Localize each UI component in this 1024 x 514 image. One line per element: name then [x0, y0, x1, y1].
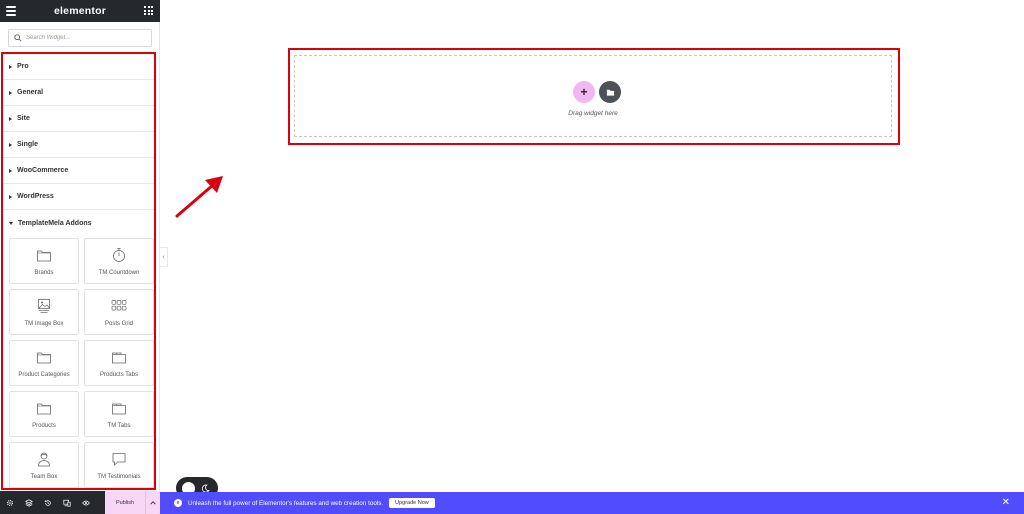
category-label: WooCommerce — [17, 167, 69, 174]
caret-right-icon — [9, 64, 12, 69]
caret-right-icon — [9, 142, 12, 147]
category-single[interactable]: Single — [3, 132, 154, 158]
elementor-logo: elementor — [54, 5, 106, 17]
widget-label: TM Tabs — [107, 423, 131, 429]
publish-button[interactable]: Publish — [105, 491, 145, 514]
category-label: TemplateMela Addons — [18, 219, 92, 227]
category-templatemela-addons[interactable]: TemplateMela Addons — [3, 210, 154, 236]
category-site[interactable]: Site — [3, 106, 154, 132]
widget-label: Team Box — [30, 474, 58, 480]
responsive-mode-button[interactable] — [57, 491, 76, 514]
stopwatch-icon — [113, 248, 125, 262]
widget-grid: Brands TM Countdown TM Image Box Posts G… — [3, 236, 154, 488]
widget-product-categories[interactable]: Product Categories — [9, 340, 79, 386]
widget-tm-tabs[interactable]: TM Tabs — [84, 391, 154, 437]
widget-label: TM Testimonials — [97, 474, 141, 480]
widget-label: Products — [32, 423, 56, 429]
category-label: Site — [17, 115, 30, 122]
eye-icon — [81, 500, 90, 505]
upgrade-now-button[interactable]: Upgrade Now — [389, 498, 435, 508]
gear-icon — [6, 499, 13, 506]
widget-products-tabs[interactable]: Products Tabs — [84, 340, 154, 386]
layers-icon — [24, 498, 33, 507]
widget-label: Posts Grid — [104, 321, 133, 327]
history-button[interactable] — [38, 491, 57, 514]
search-input[interactable] — [26, 35, 146, 41]
caret-down-icon — [9, 221, 13, 225]
devices-icon — [62, 499, 71, 507]
folder-icon — [606, 89, 614, 96]
widget-label: Product Categories — [18, 372, 70, 378]
category-label: WordPress — [17, 193, 54, 200]
caret-right-icon — [9, 90, 12, 95]
category-label: Pro — [17, 63, 29, 70]
add-template-button[interactable] — [599, 81, 621, 103]
widget-label: Products Tabs — [100, 372, 138, 378]
elementor-badge-icon: e — [174, 499, 182, 507]
widget-tm-countdown[interactable]: TM Countdown — [84, 238, 154, 284]
chevron-up-icon — [150, 500, 156, 505]
person-icon — [38, 452, 50, 467]
drag-widget-hint: Drag widget here — [568, 110, 618, 117]
menu-icon[interactable] — [6, 6, 16, 16]
annotation-arrow — [175, 176, 223, 218]
category-wordpress[interactable]: WordPress — [3, 184, 154, 210]
widget-label: TM Countdown — [98, 270, 140, 276]
speech-bubble-icon — [112, 453, 126, 466]
category-general[interactable]: General — [3, 80, 154, 106]
category-pro[interactable]: Pro — [3, 54, 154, 80]
panel-header: elementor — [0, 0, 160, 22]
highlighted-drop-area: + Drag widget here — [288, 48, 900, 145]
settings-button[interactable] — [0, 491, 19, 514]
tabs-icon — [112, 403, 126, 415]
panel-footer: Publish — [0, 491, 160, 514]
widget-label: TM Image Box — [24, 321, 64, 327]
widget-categories: Pro General Site Single WooCommerce Word… — [1, 52, 156, 490]
navigator-button[interactable] — [19, 491, 38, 514]
widget-products[interactable]: Products — [9, 391, 79, 437]
widget-brands[interactable]: Brands — [9, 238, 79, 284]
collapse-panel-button[interactable]: ‹ — [160, 247, 168, 267]
empty-section-dropzone[interactable]: + Drag widget here — [294, 55, 892, 137]
publish-options-button[interactable] — [145, 491, 160, 514]
chevron-left-icon: ‹ — [162, 253, 165, 261]
caret-right-icon — [9, 194, 12, 199]
widget-panel: elementor Pro General Site Single WooCom… — [0, 0, 160, 514]
promo-banner: e Unleash the full power of Elementor's … — [160, 492, 1024, 514]
grid-icon — [111, 300, 127, 311]
folder-icon — [37, 250, 51, 262]
search-widget-field[interactable] — [8, 29, 152, 47]
caret-right-icon — [9, 168, 12, 173]
category-label: General — [17, 89, 44, 96]
widget-label: Brands — [34, 270, 54, 276]
add-section-button[interactable]: + — [573, 81, 595, 103]
widget-posts-grid[interactable]: Posts Grid — [84, 289, 154, 335]
promo-text: Unleash the full power of Elementor's fe… — [188, 499, 384, 507]
category-woocommerce[interactable]: WooCommerce — [3, 158, 154, 184]
plus-icon: + — [580, 85, 588, 99]
tabs-icon — [112, 352, 126, 364]
widget-tm-testimonials[interactable]: TM Testimonials — [84, 442, 154, 488]
apps-grid-icon[interactable] — [144, 6, 153, 15]
history-icon — [44, 499, 51, 506]
widget-tm-image-box[interactable]: TM Image Box — [9, 289, 79, 335]
preview-button[interactable] — [76, 491, 95, 514]
folder-icon — [37, 403, 51, 415]
widget-team-box[interactable]: Team Box — [9, 442, 79, 488]
caret-right-icon — [9, 116, 12, 121]
close-icon[interactable]: ✕ — [1002, 498, 1010, 508]
category-label: Single — [17, 141, 39, 148]
image-box-icon — [38, 299, 50, 313]
search-icon — [14, 34, 22, 42]
folder-icon — [37, 352, 51, 364]
